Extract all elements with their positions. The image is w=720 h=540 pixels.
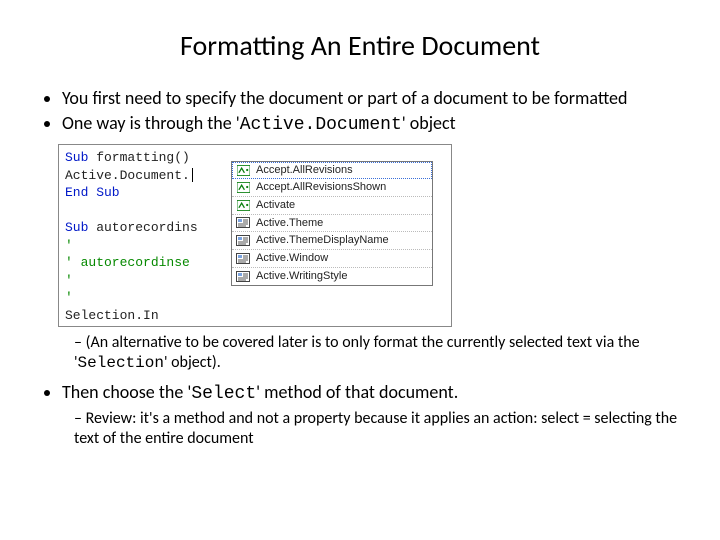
code-kw-endsub: End Sub	[65, 185, 120, 200]
intellisense-label: Accept.AllRevisionsShown	[256, 180, 386, 195]
method-icon	[236, 165, 250, 176]
property-icon	[236, 253, 250, 264]
slide: Formatting An Entire Document You first …	[0, 0, 720, 476]
intellisense-item[interactable]: Active.WritingStyle	[232, 268, 432, 285]
code-kw-sub1: Sub	[65, 150, 88, 165]
sub-bullet-list-1: (An alternative to be covered later is t…	[40, 333, 680, 372]
sub1-text-post: ' object).	[164, 353, 221, 372]
code-line-10: Selection.In	[65, 307, 445, 325]
bullet-2-code: Active.Document	[240, 115, 402, 135]
bullet-2-text-pre: One way is through the '	[62, 112, 240, 134]
bullet-3-code: Select	[191, 384, 256, 404]
intellisense-item[interactable]: Active.Window	[232, 250, 432, 268]
sub-bullet-list-2: Review: it's a method and not a property…	[40, 409, 680, 447]
intellisense-label: Accept.AllRevisions	[256, 163, 353, 178]
intellisense-item[interactable]: Active.Theme	[232, 215, 432, 233]
property-icon	[236, 271, 250, 282]
bullet-3: Then choose the 'Select' method of that …	[62, 381, 680, 406]
intellisense-label: Activate	[256, 198, 295, 213]
intellisense-label: Active.Window	[256, 251, 328, 266]
method-icon	[236, 200, 250, 211]
bullet-list: You first need to specify the document o…	[40, 87, 680, 136]
slide-title: Formatting An Entire Document	[40, 28, 680, 63]
sub1-code: Selection	[78, 354, 164, 372]
bullet-3-text-pre: Then choose the '	[62, 381, 191, 403]
code-kw-sub2: Sub	[65, 220, 88, 235]
property-icon	[236, 235, 250, 246]
intellisense-label: Active.WritingStyle	[256, 269, 348, 284]
code-line-9: '	[65, 289, 445, 307]
intellisense-item[interactable]: Accept.AllRevisions	[232, 162, 432, 179]
code-line-1: formatting()	[88, 150, 189, 165]
intellisense-label: Active.Theme	[256, 216, 323, 231]
intellisense-item[interactable]: Accept.AllRevisionsShown	[232, 179, 432, 197]
sub-bullet-1: (An alternative to be covered later is t…	[74, 333, 680, 372]
text-cursor	[192, 168, 193, 182]
bullet-list-2: Then choose the 'Select' method of that …	[40, 381, 680, 406]
code-line-5: autorecordins	[88, 220, 197, 235]
method-icon	[236, 182, 250, 193]
code-line-2: Active.Document.	[65, 168, 190, 183]
bullet-2: One way is through the 'Active.Document'…	[62, 112, 680, 137]
code-editor[interactable]: Sub formatting() Active.Document. End Su…	[58, 144, 452, 327]
intellisense-item[interactable]: Activate	[232, 197, 432, 215]
intellisense-popup[interactable]: Accept.AllRevisions Accept.AllRevisionsS…	[231, 161, 433, 286]
intellisense-label: Active.ThemeDisplayName	[256, 233, 389, 248]
sub-bullet-2: Review: it's a method and not a property…	[74, 409, 680, 447]
bullet-1: You first need to specify the document o…	[62, 87, 680, 110]
property-icon	[236, 217, 250, 228]
bullet-3-text-post: ' method of that document.	[256, 381, 458, 403]
intellisense-item[interactable]: Active.ThemeDisplayName	[232, 232, 432, 250]
bullet-2-text-post: ' object	[402, 112, 456, 134]
